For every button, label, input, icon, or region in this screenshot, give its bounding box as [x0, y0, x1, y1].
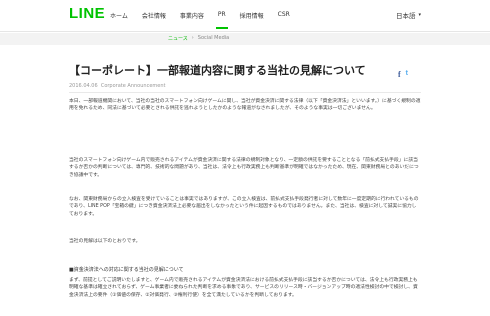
title-divider [69, 92, 421, 93]
section-heading: ■資金決済法への対応に関する当社の見解について [69, 267, 184, 273]
nav-home[interactable]: ホーム [110, 11, 128, 20]
article-meta: 2016.04.06 Corporate Announcement [69, 83, 165, 89]
share-buttons: f t [398, 70, 408, 79]
main-nav: ホーム 会社情報 事業内容 PR 採用情報 CSR [110, 11, 304, 29]
nav-csr[interactable]: CSR [278, 11, 290, 20]
article-paragraph: まず、前提としてご説明いたしますと、ゲーム内で販売されるアイテムが資金決済法にお… [69, 278, 418, 298]
nav-recruit[interactable]: 採用情報 [240, 11, 264, 20]
breadcrumb-current: Social Media [197, 35, 230, 41]
article-title: 【コーポレート】一部報道内容に関する当社の見解について [69, 64, 366, 77]
article-paragraph: なお、関東財務局からの立入検査を受けていることは事実ではありますが、この立入検査… [69, 197, 419, 217]
article-paragraph: 当社のスマートフォン向けゲーム内で販売されるアイテムが資金決済に関する法律の規制… [69, 158, 419, 178]
nav-pr[interactable]: PR [215, 11, 228, 29]
twitter-icon[interactable]: t [406, 70, 408, 79]
chevron-down-icon: ▾ [418, 12, 422, 18]
breadcrumb-separator: › [191, 35, 194, 41]
breadcrumb-bar: ニュース › Social Media [0, 33, 490, 45]
nav-company[interactable]: 会社情報 [142, 11, 166, 20]
facebook-icon[interactable]: f [398, 70, 401, 79]
article-date: 2016.04.06 [69, 83, 98, 89]
article-paragraph: 本日、一部報道機関において、当社の当社のスマートフォン向けゲームに関し、当社が資… [69, 99, 421, 112]
breadcrumb: ニュース › Social Media [168, 35, 229, 42]
language-selector[interactable]: 日本語 ▾ [396, 10, 421, 20]
article-paragraph: 当社の見解は以下のとおりです。 [69, 239, 141, 244]
article-category: Corporate Announcement [100, 83, 166, 89]
breadcrumb-news[interactable]: ニュース [168, 35, 188, 42]
site-header: LINE ホーム 会社情報 事業内容 PR 採用情報 CSR 日本語 ▾ [0, 0, 490, 32]
language-label: 日本語 [396, 12, 416, 20]
nav-business[interactable]: 事業内容 [180, 11, 204, 20]
line-logo[interactable]: LINE [69, 5, 105, 22]
